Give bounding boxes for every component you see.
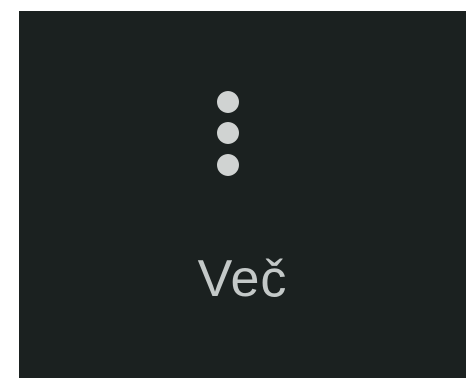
more-button[interactable]: Več <box>19 11 466 378</box>
more-panel: Več <box>19 11 466 378</box>
kebab-dot <box>217 154 239 176</box>
kebab-dot <box>217 91 239 113</box>
more-vertical-icon <box>217 91 239 181</box>
more-label: Več <box>197 250 288 308</box>
kebab-dot <box>217 122 239 144</box>
